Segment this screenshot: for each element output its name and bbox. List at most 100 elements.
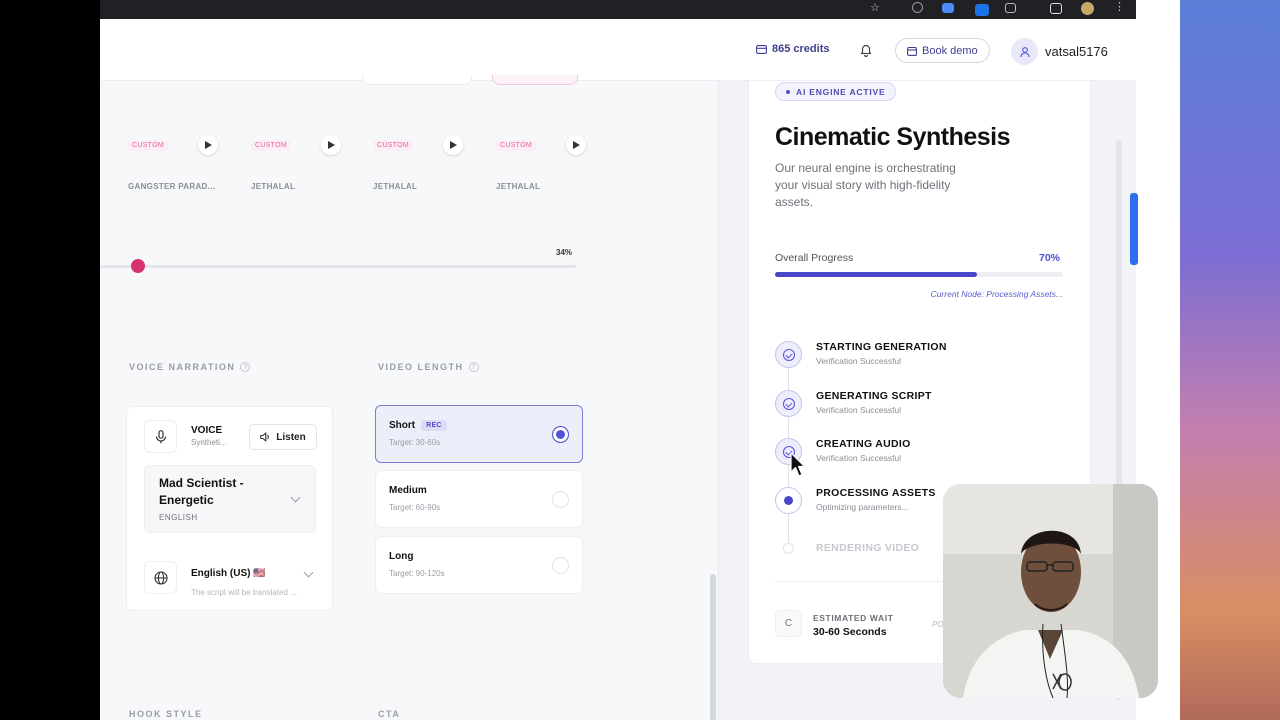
radio-selected[interactable] xyxy=(552,426,569,443)
recommended-badge: REC xyxy=(421,420,447,431)
voice-narration-heading: VOICE NARRATION ? xyxy=(129,362,251,372)
step-title: STARTING GENERATION xyxy=(816,341,947,353)
length-title-text: Short xyxy=(389,420,416,431)
wait-extra-text: PO xyxy=(932,620,944,629)
custom-badge: CUSTOM xyxy=(373,140,414,151)
voice-select[interactable]: Mad Scientist - Energetic ENGLISH xyxy=(144,465,316,533)
mic-button[interactable] xyxy=(144,420,177,453)
microphone-icon xyxy=(155,429,166,443)
status-dot-icon xyxy=(786,89,790,94)
play-button[interactable] xyxy=(566,135,586,155)
listen-label: Listen xyxy=(276,431,306,443)
puzzle-icon[interactable] xyxy=(1005,3,1016,13)
clock-icon: C xyxy=(775,610,802,637)
top-partial-buttons xyxy=(362,75,472,85)
cta-heading: CTA xyxy=(378,709,401,719)
custom-badge: CUSTOM xyxy=(496,140,537,151)
user-avatar[interactable] xyxy=(1011,38,1038,65)
voice-label: VOICE xyxy=(191,425,223,436)
step-status xyxy=(783,543,794,554)
language-globe[interactable] xyxy=(144,561,177,594)
credits-display[interactable]: 865 credits xyxy=(756,43,829,55)
card-description: Our neural engine is orchestrating your … xyxy=(775,161,956,209)
top-partial-buttons xyxy=(492,75,578,85)
progress-bar xyxy=(775,272,1063,277)
step-status xyxy=(775,390,802,417)
check-circle-icon xyxy=(782,348,795,361)
radio-unselected[interactable] xyxy=(552,557,569,574)
mouse-cursor-icon xyxy=(790,452,806,477)
video-length-heading: VIDEO LENGTH ? xyxy=(378,362,479,372)
radio-unselected[interactable] xyxy=(552,491,569,508)
progress-percent: 70% xyxy=(1039,252,1061,264)
section-label: VOICE NARRATION xyxy=(129,362,236,372)
extension-icon[interactable] xyxy=(912,2,923,13)
length-target: Target: 30-60s xyxy=(389,438,441,447)
current-node: Current Node: Processing Assets... xyxy=(930,289,1063,299)
estimated-wait-label: ESTIMATED WAIT xyxy=(813,613,894,623)
slider-value: 34% xyxy=(556,248,573,257)
voice-type: Syntheti... xyxy=(191,438,227,447)
progress-fill xyxy=(775,272,977,277)
play-icon xyxy=(204,141,212,149)
length-option-title: Long xyxy=(389,551,413,562)
bell-icon[interactable] xyxy=(858,42,874,58)
step-title: PROCESSING ASSETS xyxy=(816,487,936,499)
book-demo-button[interactable]: Book demo xyxy=(895,38,990,63)
info-icon[interactable]: ? xyxy=(240,362,251,372)
step-subtitle: Verification Successful xyxy=(816,453,902,463)
engine-status-badge: AI ENGINE ACTIVE xyxy=(775,82,897,101)
length-target: Target: 60-90s xyxy=(389,503,441,512)
step-title: GENERATING SCRIPT xyxy=(816,390,932,402)
custom-badge: CUSTOM xyxy=(128,140,169,151)
calendar-icon xyxy=(907,46,917,56)
listen-button[interactable]: Listen xyxy=(249,424,317,450)
estimated-wait-value: 30-60 Seconds xyxy=(813,626,887,638)
voice-name: JETHALAL xyxy=(496,182,541,191)
extension-badge-icon[interactable] xyxy=(975,4,989,16)
webcam-person-image xyxy=(943,484,1158,698)
credit-card-icon xyxy=(756,44,767,54)
play-button[interactable] xyxy=(198,135,218,155)
hook-style-heading: HOOK STYLE xyxy=(129,709,203,719)
play-icon xyxy=(449,141,457,149)
voice-narration-card: VOICE Syntheti... Listen Mad Scientist -… xyxy=(126,406,333,611)
menu-dots-icon[interactable]: ⋮ xyxy=(1114,0,1128,14)
length-option-title: Medium xyxy=(389,485,427,496)
step-title: CREATING AUDIO xyxy=(816,438,911,450)
custom-badge: CUSTOM xyxy=(251,140,292,151)
star-icon[interactable]: ☆ xyxy=(870,1,884,15)
length-option-long[interactable]: Long Target: 90-120s xyxy=(375,536,583,594)
voice-name: JETHALAL xyxy=(373,182,418,191)
step-subtitle: Verification Successful xyxy=(816,405,902,415)
profile-avatar-icon[interactable] xyxy=(1081,2,1094,15)
settings-panel: CUSTOM GANGSTER PARAD... CUSTOM JETHALAL… xyxy=(100,75,718,720)
length-option-short[interactable]: Short REC Target: 30-60s xyxy=(375,405,583,463)
selected-voice: Mad Scientist - Energetic xyxy=(159,476,244,507)
download-icon[interactable] xyxy=(1050,3,1062,14)
play-button[interactable] xyxy=(443,135,463,155)
card-title: Cinematic Synthesis xyxy=(775,123,1011,151)
engine-status-text: AI ENGINE ACTIVE xyxy=(796,86,886,97)
language-note: The script will be translated ... xyxy=(191,588,297,597)
browser-toolbar: ☆ ⋮ xyxy=(100,0,1136,19)
scrollbar[interactable] xyxy=(710,574,716,720)
username[interactable]: vatsal5176 xyxy=(1045,44,1108,59)
play-icon xyxy=(572,141,580,149)
info-icon[interactable]: ? xyxy=(468,362,479,372)
slider-track[interactable] xyxy=(100,265,576,268)
slider-thumb[interactable] xyxy=(131,259,146,273)
chevron-down-icon[interactable] xyxy=(303,567,314,578)
length-title-text: Medium xyxy=(389,485,427,496)
play-icon xyxy=(327,141,335,149)
language-select[interactable]: English (US) 🇺🇸 xyxy=(191,568,266,579)
length-option-medium[interactable]: Medium Target: 60-90s xyxy=(375,470,583,528)
play-button[interactable] xyxy=(321,135,341,155)
window-edge-accent xyxy=(1130,193,1138,265)
chevron-down-icon xyxy=(290,492,301,503)
credits-text: 865 credits xyxy=(772,43,830,55)
screen: ☆ ⋮ 865 credits Book demo vatsal5176 CUS… xyxy=(0,0,1280,720)
selected-voice-language: ENGLISH xyxy=(159,513,198,522)
top-bar: 865 credits Book demo vatsal5176 xyxy=(100,19,1136,81)
extension-icon[interactable] xyxy=(942,3,954,13)
